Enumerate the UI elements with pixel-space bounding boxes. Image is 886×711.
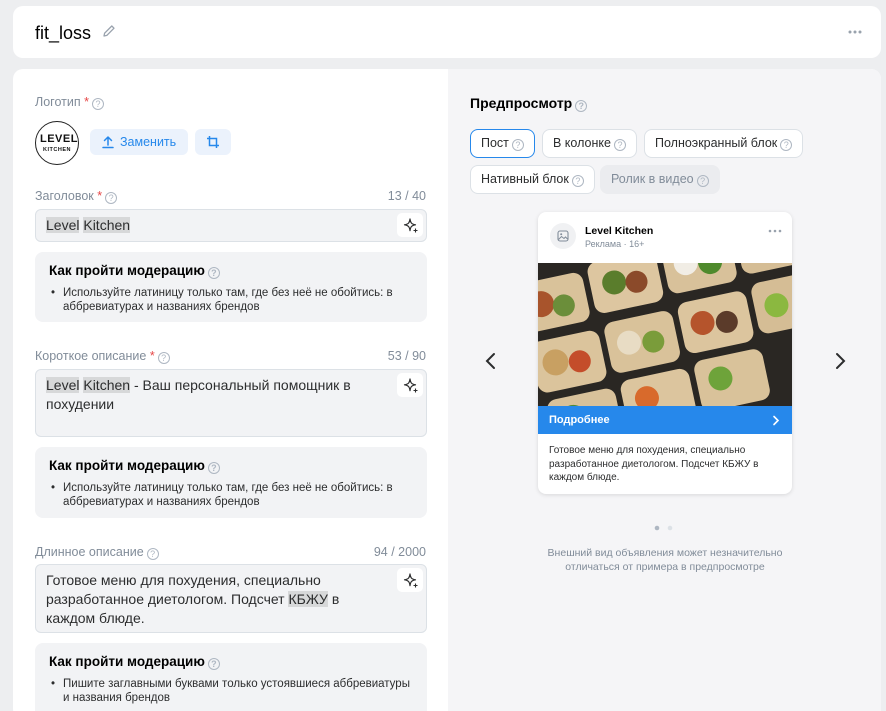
preview-disclaimer: Внешний вид объявления может незначитель… [547,547,783,573]
brand-logo: LEVEL KITCHEN [35,121,79,165]
campaign-title: fit_loss [35,23,92,43]
chevron-right-icon [773,415,780,426]
help-icon[interactable]: ? [146,548,159,560]
ad-brand-name: Level Kitchen [585,225,654,237]
moderation-tip: Как пройти модерацию? • Пишите заглавным… [35,643,427,711]
ai-generate-button[interactable] [397,373,423,397]
ad-cta-button[interactable]: Подробнее [538,406,792,434]
long-desc-counter: 94 / 2000 [373,545,426,559]
tab-fullscreen[interactable]: Полноэкранный блок? [644,129,804,158]
short-desc-input[interactable]: Level Kitchen - Ваш персональный помощни… [35,369,427,437]
more-icon[interactable] [768,229,782,233]
headline-counter: 13 / 40 [387,189,426,203]
sparkle-icon [403,378,418,393]
help-icon[interactable]: ? [207,462,220,474]
crop-icon [207,136,219,148]
logo-label: Логотип *? [35,95,104,110]
tab-post[interactable]: Пост? [470,129,535,158]
chevron-right-icon[interactable] [833,352,847,370]
moderation-tip: Как пройти модерацию? • Используйте лати… [35,447,427,518]
ad-description: Готовое меню для похудения, специально р… [549,445,759,483]
help-icon[interactable]: ? [105,192,118,204]
help-icon[interactable]: ? [511,139,524,151]
food-photo [538,263,792,406]
short-desc-label: Короткое описание *? [35,349,170,364]
pencil-icon[interactable] [101,23,117,39]
crop-logo-button[interactable] [195,129,231,155]
tab-video: Ролик в видео? [600,165,720,194]
tab-column[interactable]: В колонке? [542,129,637,158]
help-icon[interactable]: ? [207,267,220,279]
chevron-left-icon[interactable] [484,352,498,370]
help-icon[interactable]: ? [157,352,170,364]
preview-title: Предпросмотр? [470,95,588,112]
ad-editor-card: Логотип *? LEVEL KITCHEN Заменить Заголо… [13,69,881,711]
image-icon [557,230,569,242]
replace-logo-button[interactable]: Заменить [90,129,188,155]
moderation-tip: Как пройти модерацию? • Используйте лати… [35,252,427,322]
help-icon[interactable]: ? [571,175,584,187]
help-icon[interactable]: ? [91,98,104,110]
ad-preview-card: Level Kitchen Реклама · 16+ Подробнее Го… [538,212,792,494]
ad-subtitle: Реклама · 16+ [585,239,645,249]
preview-pane: Предпросмотр? Пост? В колонке? Полноэкра… [448,69,881,711]
sparkle-icon [403,573,418,588]
long-desc-input[interactable]: Готовое меню для похудения, специально р… [35,564,427,633]
short-desc-counter: 53 / 90 [387,349,426,363]
ai-generate-button[interactable] [397,568,423,592]
sparkle-icon [403,218,418,233]
title-card: fit_loss [13,6,881,58]
carousel-dots[interactable] [654,525,674,531]
long-desc-label: Длинное описание? [35,545,159,560]
ai-generate-button[interactable] [397,213,423,237]
headline-input[interactable]: Level Kitchen [35,209,427,242]
upload-icon [102,135,114,149]
help-icon[interactable]: ? [780,139,793,151]
help-icon: ? [696,175,709,187]
more-icon[interactable] [847,24,863,40]
headline-label: Заголовок *? [35,189,118,204]
help-icon[interactable]: ? [207,658,220,670]
avatar [550,223,576,249]
tab-native[interactable]: Нативный блок? [470,165,595,194]
help-icon[interactable]: ? [613,139,626,151]
help-icon[interactable]: ? [575,100,588,112]
